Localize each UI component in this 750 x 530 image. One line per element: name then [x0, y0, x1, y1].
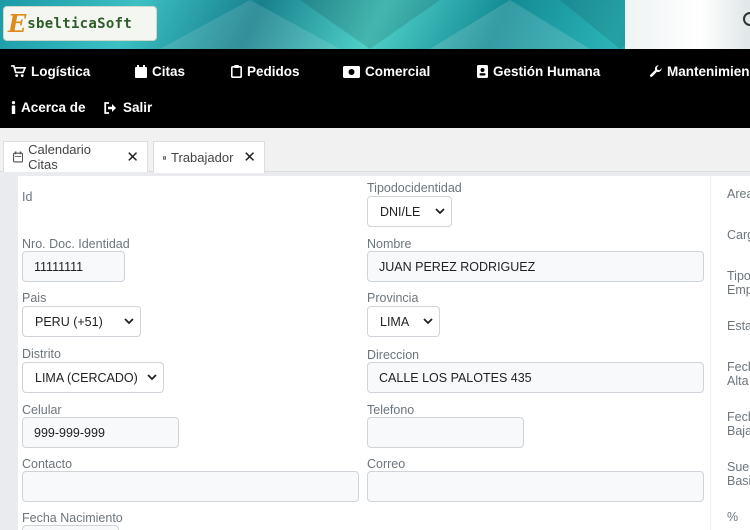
- user-icon[interactable]: [743, 12, 750, 26]
- nav-item-salir[interactable]: Salir: [104, 100, 152, 115]
- contacto-label: Contacto: [22, 457, 73, 471]
- nav-item-gestion-humana[interactable]: Gestión Humana: [477, 64, 600, 79]
- chevron-down-icon: [429, 208, 451, 215]
- correo-label: Correo: [367, 457, 406, 471]
- tab-calendario-citas[interactable]: Calendario Citas ✕: [3, 141, 148, 172]
- company-logo[interactable]: E sbelticaSoft: [3, 6, 157, 41]
- nav-item-citas[interactable]: Citas: [135, 64, 185, 79]
- nav-label: Mantenimien: [667, 64, 750, 79]
- calendar-icon: [13, 151, 24, 163]
- area-label: Area: [727, 187, 750, 201]
- sueldo-basico-label: Suel Basi: [727, 460, 750, 488]
- chevron-down-icon: [118, 318, 140, 325]
- sign-out-icon: [104, 101, 116, 114]
- distrito-label: Distrito: [22, 347, 61, 361]
- header-banner: E sbelticaSoft: [0, 0, 750, 49]
- tab-trabajador[interactable]: Trabajador ✕: [153, 141, 265, 173]
- telefono-input[interactable]: [367, 417, 524, 448]
- percent-label: %: [727, 510, 739, 524]
- fecha-alta-label: Fech Alta: [727, 360, 750, 388]
- wrench-icon: [649, 65, 662, 77]
- logo-letter: E: [8, 8, 27, 38]
- fecha-nacimiento-input[interactable]: [22, 525, 119, 530]
- tipodoc-value: DNI/LE: [380, 204, 421, 219]
- estado-label: Esta: [727, 319, 750, 333]
- side-column: Area Carg Tipo Emp Esta Fech Alta Fech B…: [710, 176, 750, 530]
- nav-label: Salir: [123, 100, 153, 115]
- direccion-input[interactable]: CALLE LOS PALOTES 435: [367, 362, 704, 393]
- pais-value: PERU (+51): [35, 314, 103, 329]
- provincia-value: LIMA: [380, 314, 410, 329]
- banner-strip: [625, 0, 750, 49]
- direccion-label: Direccion: [367, 348, 420, 362]
- tipodoc-select[interactable]: DNI/LE: [367, 196, 452, 227]
- nav-label: Pedidos: [247, 64, 300, 79]
- calendar-icon: [135, 65, 147, 78]
- chevron-down-icon: [417, 318, 439, 325]
- clipboard-icon: [231, 65, 242, 78]
- id-label: Id: [22, 190, 33, 204]
- provincia-select[interactable]: LIMA: [367, 306, 440, 337]
- banner-decoration: [300, 0, 440, 49]
- nombre-label: Nombre: [367, 237, 412, 251]
- tab-label: Trabajador: [171, 150, 234, 165]
- nrodoc-label: Nro. Doc. Identidad: [22, 237, 130, 251]
- nav-label: Logística: [31, 64, 91, 79]
- logo-text: sbelticaSoft: [27, 15, 133, 32]
- chevron-down-icon: [141, 374, 163, 381]
- tab-bar: Calendario Citas ✕ Trabajador ✕: [0, 128, 750, 173]
- money-icon: [343, 65, 360, 78]
- close-icon[interactable]: ✕: [126, 150, 139, 165]
- id-badge-icon: [163, 155, 167, 160]
- tab-label: Calendario Citas: [28, 142, 91, 172]
- nav-label: Acerca de: [21, 100, 86, 115]
- nav-item-mantenimiento[interactable]: Mantenimien: [649, 64, 750, 79]
- info-icon: [11, 101, 16, 114]
- fecha-baja-label: Fech Baja: [727, 410, 750, 438]
- nombre-input[interactable]: JUAN PEREZ RODRIGUEZ: [367, 251, 704, 282]
- provincia-label: Provincia: [367, 291, 419, 305]
- telefono-label: Telefono: [367, 403, 415, 417]
- id-badge-icon: [477, 65, 488, 78]
- nav-label: Citas: [152, 64, 186, 79]
- nav-label: Gestión Humana: [493, 64, 601, 79]
- nav-item-acerca-de[interactable]: Acerca de: [11, 100, 86, 115]
- cart-icon: [11, 65, 26, 78]
- pais-select[interactable]: PERU (+51): [22, 306, 141, 337]
- fecha-nacimiento-label: Fecha Nacimiento: [22, 511, 123, 525]
- nav-item-comercial[interactable]: Comercial: [343, 64, 430, 79]
- tipodoc-label: Tipodocidentidad: [367, 181, 462, 195]
- main-navbar: Logística Citas Pedidos Comercial Gestió…: [0, 49, 750, 128]
- close-icon[interactable]: ✕: [243, 150, 256, 165]
- celular-input[interactable]: 999-999-999: [22, 417, 179, 448]
- nrodoc-input[interactable]: 11111111: [22, 251, 125, 282]
- distrito-select[interactable]: LIMA (CERCADO): [22, 362, 164, 393]
- tipo-empleado-label: Tipo Emp: [727, 269, 750, 297]
- nav-label: Comercial: [365, 64, 431, 79]
- correo-input[interactable]: [367, 471, 704, 502]
- nav-item-pedidos[interactable]: Pedidos: [231, 64, 300, 79]
- contacto-input[interactable]: [22, 471, 359, 502]
- trabajador-form: Id Tipodocidentidad DNI/LE Nro. Doc. Ide…: [18, 176, 710, 530]
- cargo-label: Carg: [727, 228, 750, 242]
- pais-label: Pais: [22, 291, 47, 305]
- nav-item-logistica[interactable]: Logística: [11, 64, 90, 79]
- distrito-value: LIMA (CERCADO): [35, 370, 138, 385]
- celular-label: Celular: [22, 403, 62, 417]
